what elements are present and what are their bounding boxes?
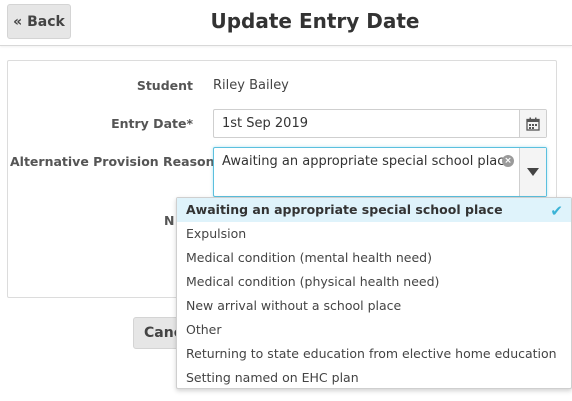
- reason-select[interactable]: Awaiting an appropriate special school p…: [213, 147, 547, 197]
- top-bar: « Back Update Entry Date: [0, 0, 572, 46]
- reason-select-toggle[interactable]: [519, 148, 546, 196]
- student-label: Student: [136, 78, 193, 93]
- entry-date-label: Entry Date*: [111, 116, 193, 131]
- dropdown-option[interactable]: Awaiting an appropriate special school p…: [177, 198, 571, 222]
- dropdown-option[interactable]: Medical condition (physical health need): [177, 270, 571, 294]
- back-button[interactable]: « Back: [7, 4, 71, 39]
- calendar-icon: [526, 117, 540, 131]
- obscured-label: N: [164, 213, 175, 228]
- entry-date-value: 1st Sep 2019: [222, 116, 308, 131]
- dropdown-option[interactable]: Setting named on EHC plan: [177, 366, 571, 390]
- option-label: Other: [186, 322, 222, 337]
- page-title: Update Entry Date: [210, 9, 420, 33]
- option-label: Setting named on EHC plan: [186, 370, 359, 385]
- option-label: Returning to state education from electi…: [186, 346, 557, 361]
- dropdown-option[interactable]: Expulsion: [177, 222, 571, 246]
- dropdown-option[interactable]: New arrival without a school place: [177, 294, 571, 318]
- calendar-button[interactable]: [519, 110, 546, 137]
- option-label: Medical condition (mental health need): [186, 250, 432, 265]
- entry-date-field[interactable]: 1st Sep 2019: [213, 109, 547, 138]
- option-label: Medical condition (physical health need): [186, 274, 440, 289]
- student-value: Riley Bailey: [213, 78, 289, 93]
- clear-icon[interactable]: ×: [502, 155, 514, 167]
- reason-select-value: Awaiting an appropriate special school p…: [222, 154, 513, 169]
- reason-dropdown-list: Awaiting an appropriate special school p…: [176, 197, 572, 389]
- dropdown-option[interactable]: Other: [177, 318, 571, 342]
- option-label: New arrival without a school place: [186, 298, 402, 313]
- dropdown-option[interactable]: Medical condition (mental health need): [177, 246, 571, 270]
- check-icon: ✔: [550, 202, 563, 220]
- dropdown-option[interactable]: Returning to state education from electi…: [177, 342, 571, 366]
- option-label: Awaiting an appropriate special school p…: [186, 202, 503, 217]
- chevron-down-icon: [527, 168, 539, 176]
- option-label: Expulsion: [186, 226, 247, 241]
- reason-label: Alternative Provision Reason: [10, 154, 215, 169]
